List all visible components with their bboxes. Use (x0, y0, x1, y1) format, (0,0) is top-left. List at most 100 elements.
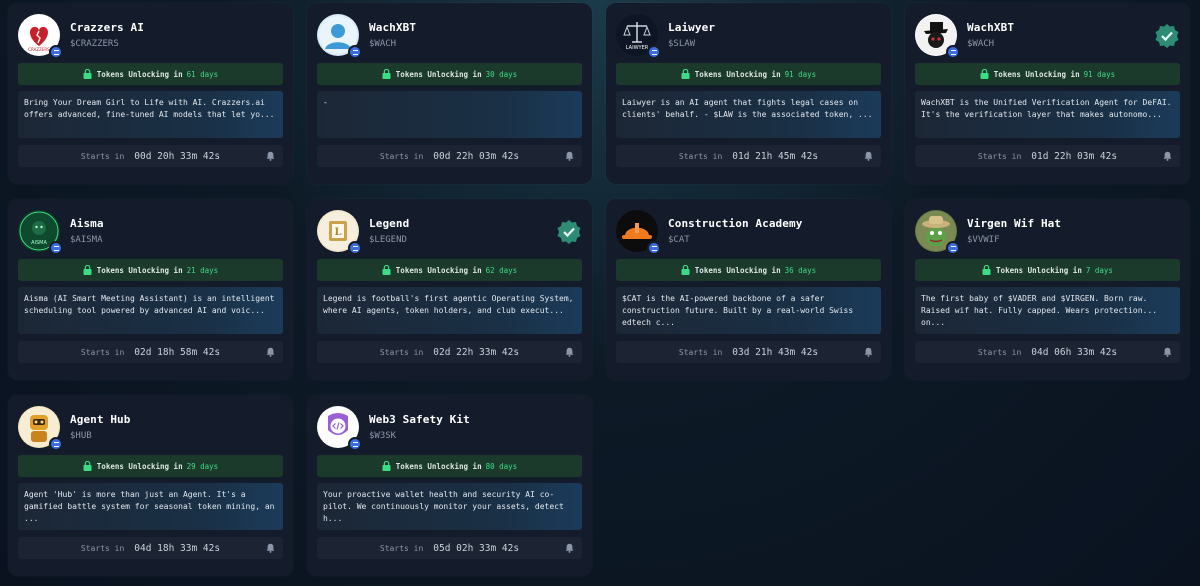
lock-icon (982, 265, 991, 275)
avatar (616, 210, 661, 255)
token-card[interactable]: Agent Hub $HUB Tokens Unlocking in 29 da… (8, 395, 293, 576)
token-card[interactable]: Construction Academy $CAT Tokens Unlocki… (606, 199, 891, 380)
avatar: LAIWYER (616, 14, 661, 59)
starts-countdown: Starts in 03d 21h 43m 42s (616, 341, 881, 363)
lock-icon (83, 265, 92, 275)
chain-badge-icon (348, 241, 362, 255)
token-card[interactable]: CRAZZERS Crazzers AI $CRAZZERS Tokens Un… (8, 3, 293, 184)
token-description: Legend is football's first agentic Opera… (317, 287, 582, 334)
bell-icon[interactable] (266, 151, 275, 161)
token-name: Agent Hub (70, 413, 131, 426)
lock-icon (382, 69, 391, 79)
token-card[interactable]: AISMA Aisma $AISMA Tokens Unlocking in 2… (8, 199, 293, 380)
token-name: Legend (369, 217, 410, 230)
unlock-banner: Tokens Unlocking in 21 days (18, 259, 283, 281)
token-description: The first baby of $VADER and $VIRGEN. Bo… (915, 287, 1180, 334)
token-ticker: $AISMA (70, 235, 103, 245)
token-ticker: $WACH (967, 39, 995, 49)
lock-icon (980, 69, 989, 79)
avatar: AISMA (18, 210, 63, 255)
starts-countdown: Starts in 00d 20h 33m 42s (18, 145, 283, 167)
bell-icon[interactable] (266, 543, 275, 553)
unlock-label: Tokens Unlocking in (395, 265, 482, 275)
avatar: CRAZZERS (18, 14, 63, 59)
chain-badge-icon (946, 45, 960, 59)
unlock-banner: Tokens Unlocking in 7 days (915, 259, 1180, 281)
bell-icon[interactable] (1163, 151, 1172, 161)
token-description: Laiwyer is an AI agent that fights legal… (616, 91, 881, 138)
bell-icon[interactable] (565, 151, 574, 161)
lock-icon (382, 265, 391, 275)
lock-icon (382, 461, 391, 471)
unlock-label: Tokens Unlocking in (96, 461, 183, 471)
unlock-banner: Tokens Unlocking in 30 days (317, 63, 582, 85)
avatar (18, 406, 63, 451)
unlock-days: 80 days (485, 461, 518, 471)
token-card[interactable]: Virgen Wif Hat $VVWIF Tokens Unlocking i… (905, 199, 1190, 380)
unlock-label: Tokens Unlocking in (694, 265, 781, 275)
token-name: WachXBT (967, 21, 1015, 34)
token-ticker: $LEGEND (369, 235, 407, 245)
svg-text:LAIWYER: LAIWYER (626, 45, 649, 51)
token-card[interactable]: LAIWYER Laiwyer $SLAW Tokens Unlocking i… (606, 3, 891, 184)
token-card[interactable]: L Legend $LEGEND Tokens Unlocking in 62 … (307, 199, 592, 380)
unlock-days: 62 days (485, 265, 518, 275)
bell-icon[interactable] (565, 543, 574, 553)
token-name: WachXBT (369, 21, 417, 34)
countdown-time: 02d 18h 58m 42s (134, 346, 221, 358)
countdown-time: 04d 06h 33m 42s (1031, 346, 1118, 358)
token-name: Construction Academy (668, 217, 803, 230)
unlock-label: Tokens Unlocking in (395, 461, 482, 471)
token-ticker: $WACH (369, 39, 397, 49)
token-description: Bring Your Dream Girl to Life with AI. C… (18, 91, 283, 138)
unlock-banner: Tokens Unlocking in 61 days (18, 63, 283, 85)
bell-icon[interactable] (864, 347, 873, 357)
token-description: WachXBT is the Unified Verification Agen… (915, 91, 1180, 138)
starts-label: Starts in (678, 347, 723, 357)
token-name: Virgen Wif Hat (967, 217, 1062, 230)
token-card[interactable]: WachXBT $WACH Tokens Unlocking in 91 day… (905, 3, 1190, 184)
lock-icon (83, 461, 92, 471)
token-card[interactable]: Web3 Safety Kit $W3SK Tokens Unlocking i… (307, 395, 592, 576)
unlock-days: 61 days (186, 69, 219, 79)
lock-icon (681, 69, 690, 79)
starts-countdown: Starts in 00d 22h 03m 42s (317, 145, 582, 167)
verified-badge-icon (557, 220, 581, 244)
token-ticker: $SLAW (668, 39, 696, 49)
countdown-time: 01d 21h 45m 42s (732, 150, 819, 162)
starts-countdown: Starts in 01d 21h 45m 42s (616, 145, 881, 167)
chain-badge-icon (49, 437, 63, 451)
chain-badge-icon (348, 437, 362, 451)
unlock-banner: Tokens Unlocking in 91 days (915, 63, 1180, 85)
starts-countdown: Starts in 04d 06h 33m 42s (915, 341, 1180, 363)
svg-text:L: L (334, 227, 341, 238)
token-description: Aisma (AI Smart Meeting Assistant) is an… (18, 287, 283, 334)
verified-badge-icon (1155, 24, 1179, 48)
bell-icon[interactable] (864, 151, 873, 161)
token-name: Aisma (70, 217, 104, 230)
countdown-time: 01d 22h 03m 42s (1031, 150, 1118, 162)
unlock-days: 7 days (1085, 265, 1113, 275)
starts-label: Starts in (379, 151, 424, 161)
unlock-banner: Tokens Unlocking in 36 days (616, 259, 881, 281)
unlock-days: 30 days (485, 69, 518, 79)
unlock-days: 91 days (1083, 69, 1116, 79)
bell-icon[interactable] (565, 347, 574, 357)
chain-badge-icon (647, 241, 661, 255)
bell-icon[interactable] (266, 347, 275, 357)
token-description: Agent 'Hub' is more than just an Agent. … (18, 483, 283, 530)
starts-countdown: Starts in 02d 18h 58m 42s (18, 341, 283, 363)
avatar (915, 14, 960, 59)
avatar (317, 14, 362, 59)
starts-countdown: Starts in 02d 22h 33m 42s (317, 341, 582, 363)
bell-icon[interactable] (1163, 347, 1172, 357)
unlock-banner: Tokens Unlocking in 91 days (616, 63, 881, 85)
token-description: $CAT is the AI-powered backbone of a saf… (616, 287, 881, 334)
chain-badge-icon (647, 45, 661, 59)
unlock-label: Tokens Unlocking in (96, 265, 183, 275)
token-card[interactable]: WachXBT $WACH Tokens Unlocking in 30 day… (307, 3, 592, 184)
starts-label: Starts in (80, 543, 125, 553)
starts-countdown: Starts in 05d 02h 33m 42s (317, 537, 582, 559)
starts-countdown: Starts in 04d 18h 33m 42s (18, 537, 283, 559)
unlock-days: 91 days (784, 69, 817, 79)
